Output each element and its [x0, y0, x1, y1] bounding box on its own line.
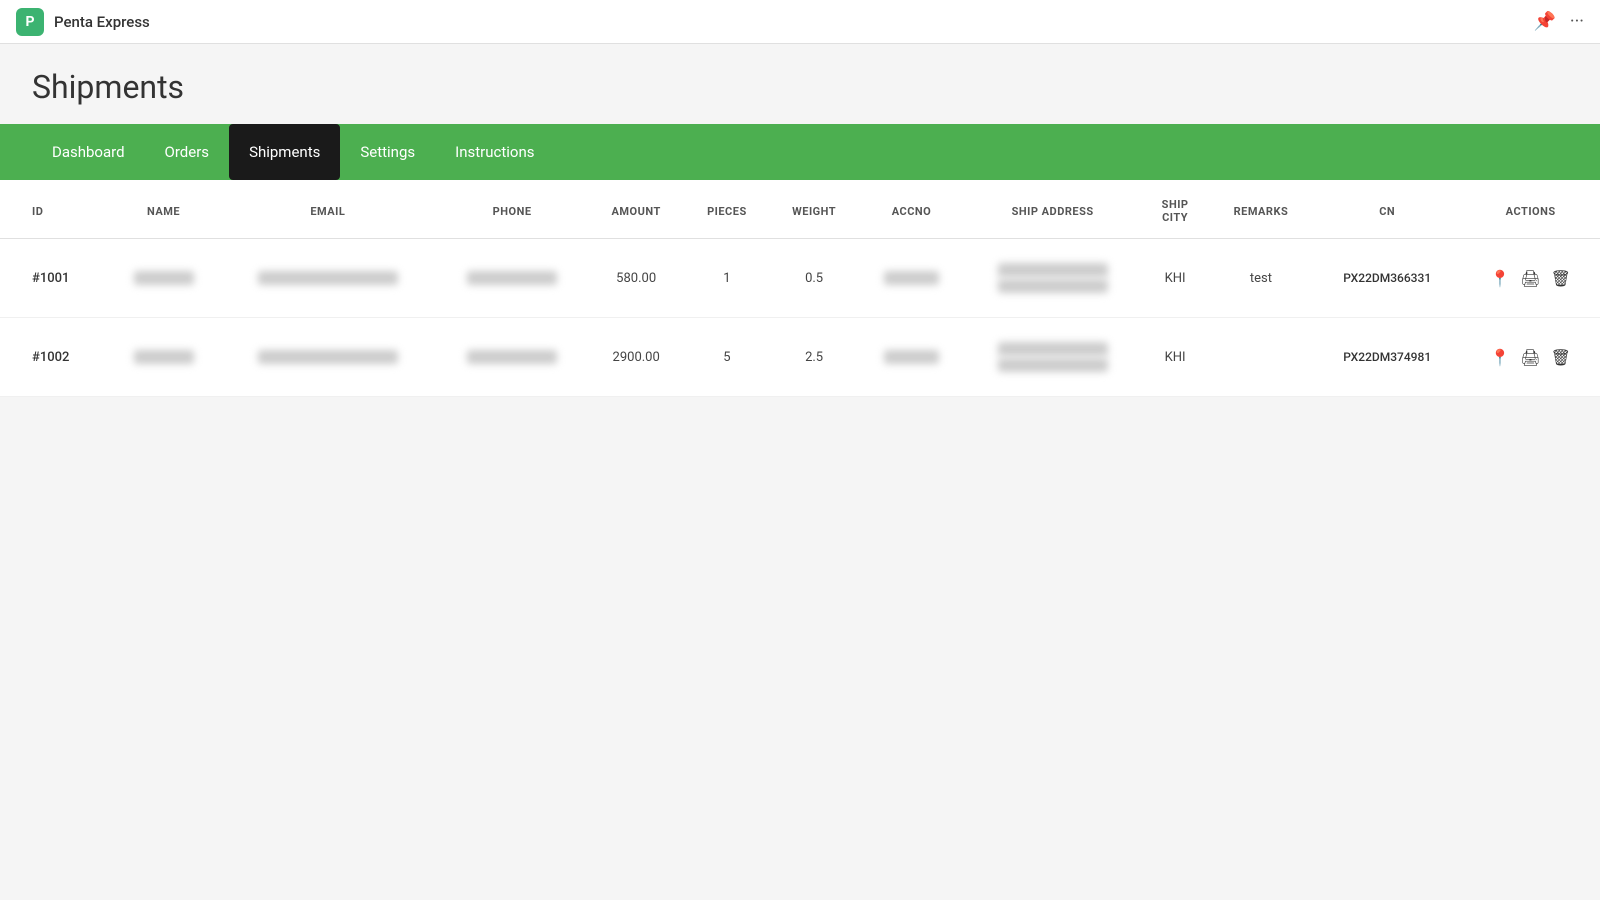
cell-weight: 2.5: [769, 318, 859, 397]
app-title: Penta Express: [54, 13, 150, 31]
cell-ship-address: [964, 239, 1142, 318]
col-header-weight: WEIGHT: [769, 180, 859, 239]
cell-accno: [859, 239, 964, 318]
cell-id: #1002: [0, 318, 108, 397]
cell-id: #1001: [0, 239, 108, 318]
cell-accno: [859, 318, 964, 397]
table-area: ID NAME EMAIL PHONE AMOUNT PIECES WEIGHT…: [0, 180, 1600, 397]
topbar-actions: 📌 ···: [1533, 11, 1584, 32]
cell-actions: 📍 🖨 🗑: [1461, 318, 1600, 397]
table-row: #1002 2900.00 5 2.5: [0, 318, 1600, 397]
cell-amount: 2900.00: [588, 318, 685, 397]
cell-ship-city: KHI: [1141, 318, 1208, 397]
cell-amount: 580.00: [588, 239, 685, 318]
nav-item-dashboard[interactable]: Dashboard: [32, 124, 145, 180]
print-icon[interactable]: 🖨: [1520, 348, 1540, 367]
print-icon[interactable]: 🖨: [1520, 269, 1540, 288]
more-options-icon[interactable]: ···: [1570, 11, 1584, 32]
topbar: P Penta Express 📌 ···: [0, 0, 1600, 44]
location-icon[interactable]: 📍: [1490, 269, 1510, 288]
cell-pieces: 1: [685, 239, 769, 318]
cell-name: [108, 318, 219, 397]
col-header-cn: CN: [1313, 180, 1461, 239]
page-title-area: Shipments: [0, 44, 1600, 124]
pin-icon[interactable]: 📌: [1533, 11, 1555, 32]
cell-weight: 0.5: [769, 239, 859, 318]
cell-email: [219, 239, 436, 318]
cell-actions: 📍 🖨 🗑: [1461, 239, 1600, 318]
col-header-phone: PHONE: [437, 180, 588, 239]
cell-ship-city: KHI: [1141, 239, 1208, 318]
col-header-email: EMAIL: [219, 180, 436, 239]
table-header-row: ID NAME EMAIL PHONE AMOUNT PIECES WEIGHT…: [0, 180, 1600, 239]
page-title: Shipments: [32, 68, 1568, 106]
cell-phone: [437, 239, 588, 318]
col-header-ship-city: SHIPCITY: [1141, 180, 1208, 239]
navbar: Dashboard Orders Shipments Settings Inst…: [0, 124, 1600, 180]
location-icon[interactable]: 📍: [1490, 348, 1510, 367]
cell-email: [219, 318, 436, 397]
nav-item-instructions[interactable]: Instructions: [435, 124, 554, 180]
col-header-amount: AMOUNT: [588, 180, 685, 239]
app-icon: P: [16, 8, 44, 36]
nav-item-shipments[interactable]: Shipments: [229, 124, 340, 180]
cell-cn: PX22DM374981: [1313, 318, 1461, 397]
col-header-id: ID: [0, 180, 108, 239]
cell-name: [108, 239, 219, 318]
shipments-table: ID NAME EMAIL PHONE AMOUNT PIECES WEIGHT…: [0, 180, 1600, 397]
cell-phone: [437, 318, 588, 397]
table-row: #1001 580.00 1 0.5: [0, 239, 1600, 318]
delete-icon[interactable]: 🗑: [1551, 269, 1571, 288]
cell-cn: PX22DM366331: [1313, 239, 1461, 318]
col-header-accno: ACCNO: [859, 180, 964, 239]
cell-pieces: 5: [685, 318, 769, 397]
col-header-name: NAME: [108, 180, 219, 239]
col-header-remarks: REMARKS: [1209, 180, 1313, 239]
col-header-ship-address: SHIP ADDRESS: [964, 180, 1142, 239]
app-branding: P Penta Express: [16, 8, 150, 36]
cell-remarks: test: [1209, 239, 1313, 318]
col-header-actions: ACTIONS: [1461, 180, 1600, 239]
nav-item-orders[interactable]: Orders: [145, 124, 230, 180]
cell-ship-address: [964, 318, 1142, 397]
cell-remarks: [1209, 318, 1313, 397]
nav-item-settings[interactable]: Settings: [340, 124, 435, 180]
delete-icon[interactable]: 🗑: [1551, 348, 1571, 367]
col-header-pieces: PIECES: [685, 180, 769, 239]
